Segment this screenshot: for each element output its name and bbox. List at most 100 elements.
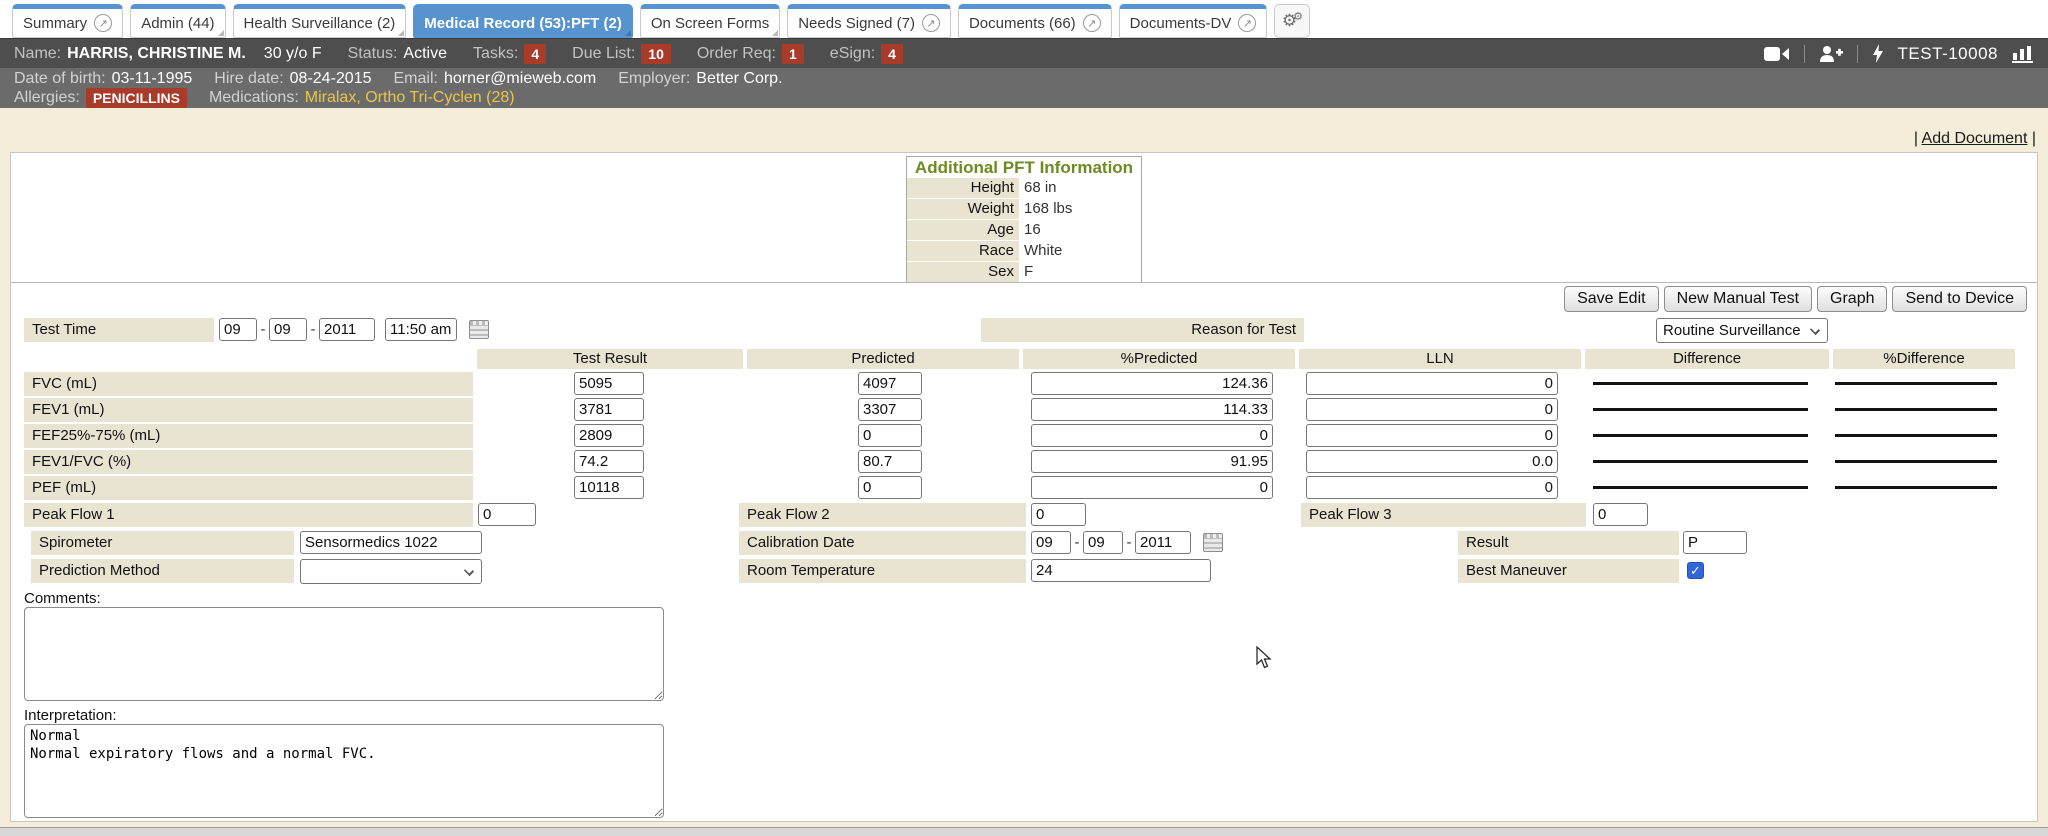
- peak-flow-3-input[interactable]: [1593, 503, 1648, 526]
- col-header-difference: Difference: [1585, 349, 1829, 369]
- open-new-window-icon[interactable]: ↗: [94, 14, 112, 32]
- allergy-badge[interactable]: PENICILLINS: [86, 88, 187, 108]
- prediction-method-select[interactable]: [300, 559, 482, 584]
- test-time-clock-input[interactable]: [385, 318, 457, 341]
- bottom-scrollbar-strip[interactable]: [0, 827, 2048, 836]
- fef-predicted-input[interactable]: [858, 424, 922, 447]
- fev1-fvc-predicted-input[interactable]: [858, 450, 922, 473]
- tab-health-surveillance[interactable]: Health Surveillance (2): [233, 4, 407, 38]
- open-new-window-icon[interactable]: ↗: [1238, 14, 1256, 32]
- status-group: Status: Active: [348, 45, 447, 63]
- tab-documents-dv[interactable]: Documents-DV ↗: [1119, 4, 1268, 38]
- open-new-window-icon[interactable]: ↗: [1083, 14, 1101, 32]
- tab-needs-signed[interactable]: Needs Signed (7) ↗: [787, 4, 951, 38]
- calendar-icon[interactable]: [469, 320, 489, 339]
- row-label-fev1: FEV1 (mL): [24, 398, 473, 422]
- calendar-icon[interactable]: [1203, 533, 1223, 552]
- comments-textarea[interactable]: [24, 607, 664, 701]
- fev1-fvc-lln-input[interactable]: [1306, 450, 1558, 473]
- pef-lln-input[interactable]: [1306, 476, 1558, 499]
- sex-value: F: [1019, 262, 1033, 282]
- tasks-label: Tasks:: [473, 45, 518, 63]
- fef-difference-blank: [1593, 434, 1808, 437]
- comments-label: Comments:: [24, 590, 101, 607]
- add-document-link[interactable]: Add Document: [1922, 130, 2028, 147]
- calibration-day-input[interactable]: [1083, 531, 1123, 554]
- system-id: TEST-10008: [1898, 44, 1998, 64]
- result-input[interactable]: [1683, 531, 1747, 554]
- fvc-test-result-input[interactable]: [574, 372, 644, 395]
- additional-pft-info-box: Additional PFT Information Height 68 in …: [906, 156, 1142, 283]
- fvc-pct-predicted-input[interactable]: [1031, 372, 1273, 395]
- fef-test-result-input[interactable]: [574, 424, 644, 447]
- fef-lln-input[interactable]: [1306, 424, 1558, 447]
- race-label: Race: [907, 241, 1019, 261]
- esign-count-badge[interactable]: 4: [881, 44, 903, 64]
- pef-pct-predicted-input[interactable]: [1031, 476, 1273, 499]
- spirometer-input[interactable]: [300, 531, 482, 554]
- tasks-group[interactable]: Tasks: 4: [473, 44, 546, 64]
- reason-for-test-select[interactable]: Routine Surveillance: [1656, 318, 1828, 343]
- fvc-predicted-input[interactable]: [858, 372, 922, 395]
- peak-flow-2-input[interactable]: [1031, 503, 1086, 526]
- hire-date-label: Hire date:: [214, 70, 283, 88]
- tab-on-screen-forms[interactable]: On Screen Forms: [640, 4, 780, 38]
- spirometer-row: Spirometer Calibration Date - - Result: [24, 531, 2024, 557]
- new-manual-test-button[interactable]: New Manual Test: [1664, 286, 1812, 312]
- result-label: Result: [1458, 531, 1679, 555]
- patient-bar-actions: TEST-10008: [1764, 44, 2034, 64]
- tab-summary[interactable]: Summary ↗: [12, 4, 123, 38]
- add-person-icon[interactable]: [1819, 45, 1843, 63]
- dob-label: Date of birth:: [14, 70, 106, 88]
- order-req-count-badge[interactable]: 1: [782, 44, 804, 64]
- fev1-test-result-input[interactable]: [574, 398, 644, 421]
- fef-pct-predicted-input[interactable]: [1031, 424, 1273, 447]
- fev1-lln-input[interactable]: [1306, 398, 1558, 421]
- fev1-fvc-pct-predicted-input[interactable]: [1031, 450, 1273, 473]
- fev1-fvc-test-result-input[interactable]: [574, 450, 644, 473]
- bar-chart-icon[interactable]: [2012, 45, 2034, 63]
- hire-date-value: 08-24-2015: [290, 70, 372, 88]
- patient-summary-bar: Name: HARRIS, CHRISTINE M. 30 y/o F Stat…: [0, 38, 2048, 68]
- test-time-month-input[interactable]: [219, 318, 257, 341]
- col-header-pct-predicted: %Predicted: [1023, 349, 1295, 369]
- row-label-pef: PEF (mL): [24, 476, 473, 500]
- test-time-year-input[interactable]: [319, 318, 375, 341]
- content-panel: Additional PFT Information Height 68 in …: [10, 152, 2038, 822]
- test-time-day-input[interactable]: [269, 318, 307, 341]
- tab-admin[interactable]: Admin (44): [130, 4, 225, 38]
- pef-test-result-input[interactable]: [574, 476, 644, 499]
- calibration-year-input[interactable]: [1135, 531, 1191, 554]
- medications-value[interactable]: Miralax, Ortho Tri-Cyclen (28): [305, 89, 515, 107]
- due-list-count-badge[interactable]: 10: [641, 44, 671, 64]
- interpretation-textarea[interactable]: Normal Normal expiratory flows and a nor…: [24, 724, 664, 818]
- order-req-group[interactable]: Order Req: 1: [697, 44, 804, 64]
- fev1-fvc-pct-difference-blank: [1835, 460, 1997, 463]
- open-new-window-icon[interactable]: ↗: [922, 14, 940, 32]
- pef-predicted-input[interactable]: [858, 476, 922, 499]
- tab-label: On Screen Forms: [651, 15, 769, 32]
- esign-group[interactable]: eSign: 4: [830, 44, 903, 64]
- fvc-lln-input[interactable]: [1306, 372, 1558, 395]
- peak-flow-1-input[interactable]: [478, 503, 536, 526]
- tab-label: Documents-DV: [1130, 15, 1232, 32]
- tasks-count-badge[interactable]: 4: [524, 44, 546, 64]
- due-list-group[interactable]: Due List: 10: [572, 44, 671, 64]
- tab-documents[interactable]: Documents (66) ↗: [958, 4, 1112, 38]
- order-req-label: Order Req:: [697, 45, 776, 63]
- room-temperature-input[interactable]: [1031, 559, 1211, 582]
- best-maneuver-checkbox[interactable]: ✓: [1687, 562, 1704, 579]
- email-value: horner@mieweb.com: [444, 70, 596, 88]
- video-camera-icon[interactable]: [1764, 46, 1790, 62]
- fev1-pct-predicted-input[interactable]: [1031, 398, 1273, 421]
- tab-medical-record-pft[interactable]: Medical Record (53):PFT (2): [413, 4, 633, 38]
- calibration-month-input[interactable]: [1031, 531, 1071, 554]
- save-edit-button[interactable]: Save Edit: [1564, 286, 1658, 312]
- fev1-predicted-input[interactable]: [858, 398, 922, 421]
- esign-label: eSign:: [830, 45, 875, 63]
- settings-gears-icon[interactable]: ⚙⚙: [1274, 4, 1310, 38]
- graph-button[interactable]: Graph: [1817, 286, 1887, 312]
- send-to-device-button[interactable]: Send to Device: [1892, 286, 2027, 312]
- fev1-fvc-difference-blank: [1593, 460, 1808, 463]
- lightning-icon[interactable]: [1872, 44, 1884, 63]
